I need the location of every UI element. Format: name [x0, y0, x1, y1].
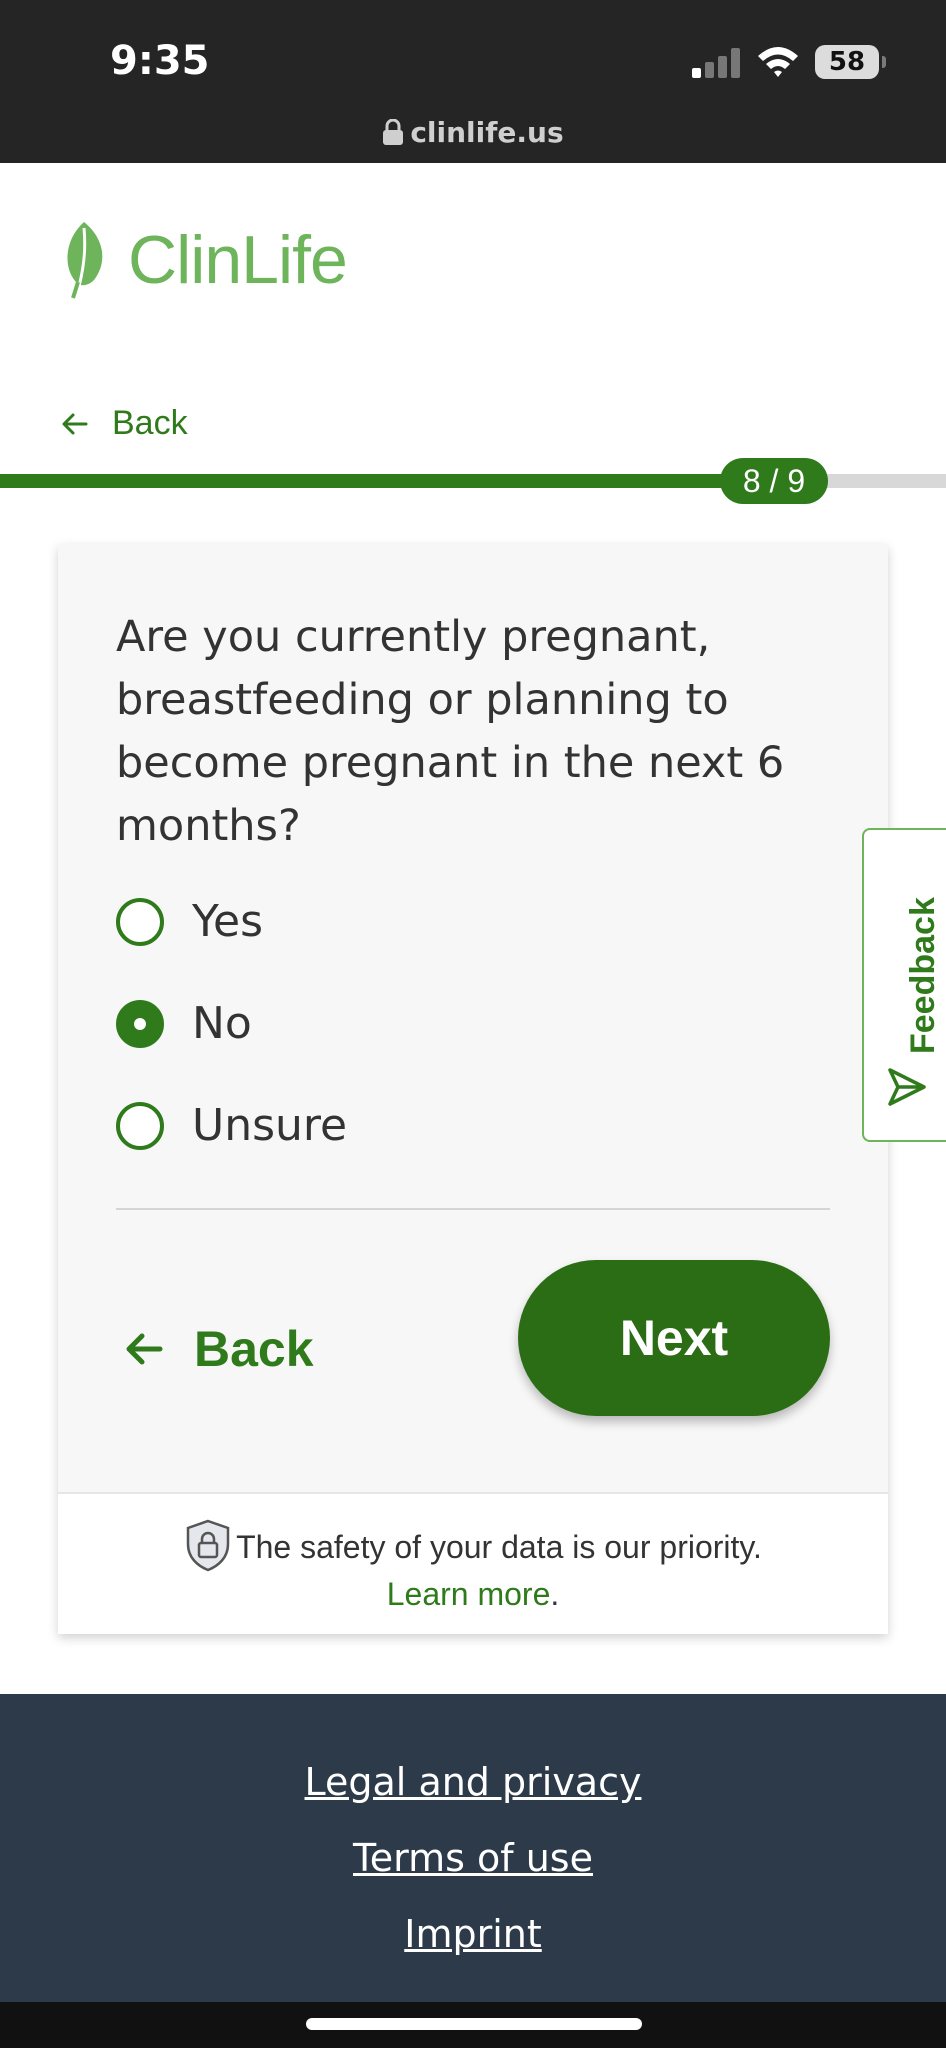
- progress-counter: 8 / 9: [720, 458, 828, 504]
- address-bar[interactable]: clinlife.us: [0, 116, 946, 149]
- radio-yes[interactable]: [116, 897, 164, 946]
- url-text: clinlife.us: [410, 116, 564, 149]
- shield-lock-icon: [186, 1519, 230, 1572]
- learn-more-suffix: .: [550, 1576, 560, 1612]
- terms-of-use-link[interactable]: Terms of use: [0, 1836, 946, 1880]
- imprint-link[interactable]: Imprint: [0, 1912, 946, 1956]
- progress-fill: [0, 474, 774, 488]
- status-time: 9:35: [110, 38, 210, 84]
- home-indicator[interactable]: [306, 2018, 642, 2030]
- logo-text: ClinLife: [128, 222, 348, 298]
- arrow-left-icon: [62, 413, 88, 434]
- back-button-label: Back: [194, 1321, 314, 1377]
- top-back-link[interactable]: Back: [60, 404, 188, 443]
- option-no-label: No: [192, 998, 252, 1049]
- option-unsure[interactable]: Unsure: [116, 1100, 347, 1151]
- battery-icon: 58: [815, 45, 886, 79]
- send-icon: [888, 1068, 926, 1106]
- feedback-label: Feedback: [904, 897, 942, 1054]
- back-button[interactable]: Back: [122, 1320, 314, 1378]
- safety-line: The safety of your data is our priority.: [58, 1518, 888, 1572]
- arrow-left-icon: [126, 1333, 163, 1365]
- option-unsure-label: Unsure: [192, 1100, 348, 1151]
- wifi-icon: [758, 47, 798, 77]
- top-back-label: Back: [112, 404, 188, 442]
- signal-icon: [692, 48, 740, 78]
- leaf-logo-icon: [67, 222, 103, 299]
- learn-more-line: Learn more.: [58, 1576, 888, 1613]
- option-no[interactable]: No: [116, 998, 252, 1049]
- learn-more-link[interactable]: Learn more: [387, 1576, 551, 1612]
- status-bar: 9:35 58 clinlife.us: [0, 0, 946, 163]
- next-button[interactable]: Next: [518, 1260, 830, 1416]
- lock-icon: [383, 119, 404, 145]
- safety-notice: The safety of your data is our priority.…: [58, 1492, 888, 1634]
- radio-no[interactable]: [116, 999, 164, 1048]
- question-card: Are you currently pregnant, breastfeedin…: [58, 544, 888, 1634]
- question-text: Are you currently pregnant, breastfeedin…: [116, 612, 785, 851]
- feedback-tab[interactable]: Feedback: [862, 828, 946, 1142]
- safety-text: The safety of your data is our priority.: [236, 1529, 762, 1565]
- radio-unsure[interactable]: [116, 1101, 164, 1150]
- divider: [116, 1208, 830, 1210]
- option-yes[interactable]: Yes: [116, 896, 263, 947]
- option-yes-label: Yes: [192, 896, 264, 947]
- footer: Legal and privacy Terms of use Imprint: [0, 1694, 946, 2002]
- legal-privacy-link[interactable]: Legal and privacy: [0, 1760, 946, 1804]
- clinlife-logo[interactable]: ClinLife: [58, 218, 348, 302]
